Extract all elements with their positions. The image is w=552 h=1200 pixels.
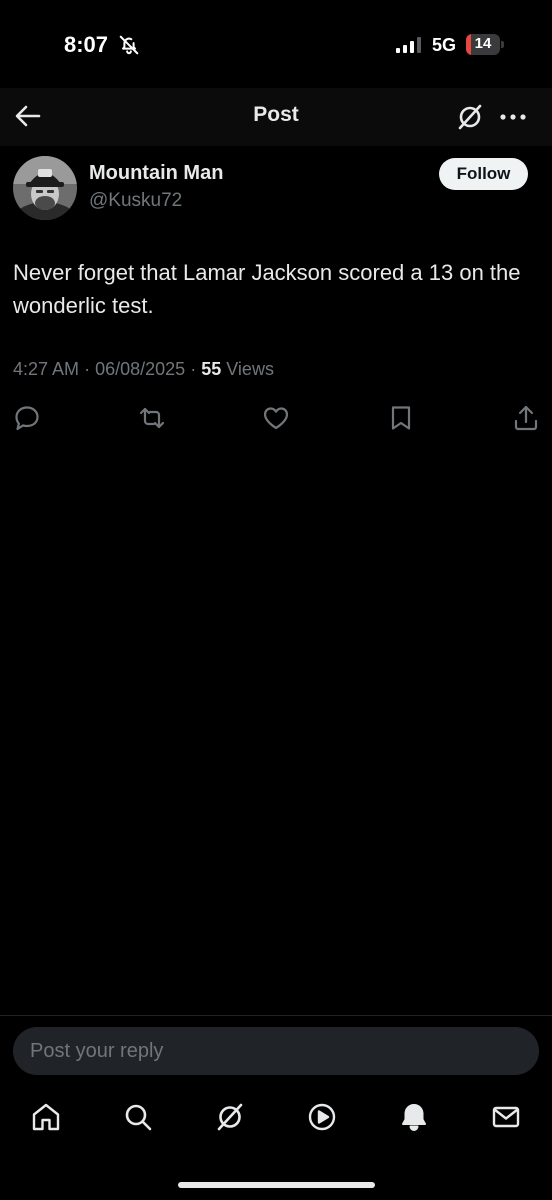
reply-divider	[0, 1015, 552, 1016]
reply-input[interactable]	[13, 1027, 539, 1075]
grok-icon[interactable]	[455, 102, 485, 132]
meta-separator: ·	[190, 359, 197, 379]
post-text: Never forget that Lamar Jackson scored a…	[13, 260, 521, 318]
search-icon[interactable]	[122, 1101, 154, 1133]
bookmark-icon[interactable]	[387, 404, 415, 432]
more-options-icon[interactable]	[498, 102, 528, 132]
follow-button[interactable]: Follow	[439, 158, 528, 190]
battery-icon: 14	[466, 34, 504, 55]
meta-separator: ·	[84, 359, 91, 379]
repost-icon[interactable]	[138, 404, 166, 432]
like-icon[interactable]	[262, 404, 290, 432]
author-name[interactable]: Mountain Man	[89, 162, 223, 185]
back-arrow-icon[interactable]	[14, 102, 42, 130]
author-handle[interactable]: @Kusku72	[89, 190, 182, 212]
cellular-signal-icon	[396, 37, 421, 53]
messages-icon[interactable]	[490, 1101, 522, 1133]
status-bar: 8:07 5G 14	[0, 0, 552, 88]
post-date: 06/08/2025	[95, 359, 186, 379]
views-label[interactable]: Views	[226, 359, 274, 379]
battery-level: 14	[474, 35, 492, 52]
home-icon[interactable]	[30, 1101, 62, 1133]
home-indicator	[178, 1182, 375, 1188]
reply-icon[interactable]	[13, 404, 41, 432]
status-time: 8:07	[64, 32, 109, 57]
bell-muted-icon	[119, 35, 139, 55]
views-count[interactable]: 55	[201, 359, 221, 379]
share-icon[interactable]	[512, 404, 540, 432]
post-metadata: 4:27 AM · 06/08/2025 · 55 Views	[13, 359, 274, 380]
top-navigation-bar: Post	[0, 88, 552, 146]
grok-icon[interactable]	[214, 1101, 246, 1133]
notifications-icon[interactable]	[398, 1101, 430, 1133]
post-time: 4:27 AM	[13, 359, 80, 379]
network-type: 5G	[432, 35, 457, 55]
avatar[interactable]	[13, 156, 77, 220]
video-icon[interactable]	[306, 1101, 338, 1133]
